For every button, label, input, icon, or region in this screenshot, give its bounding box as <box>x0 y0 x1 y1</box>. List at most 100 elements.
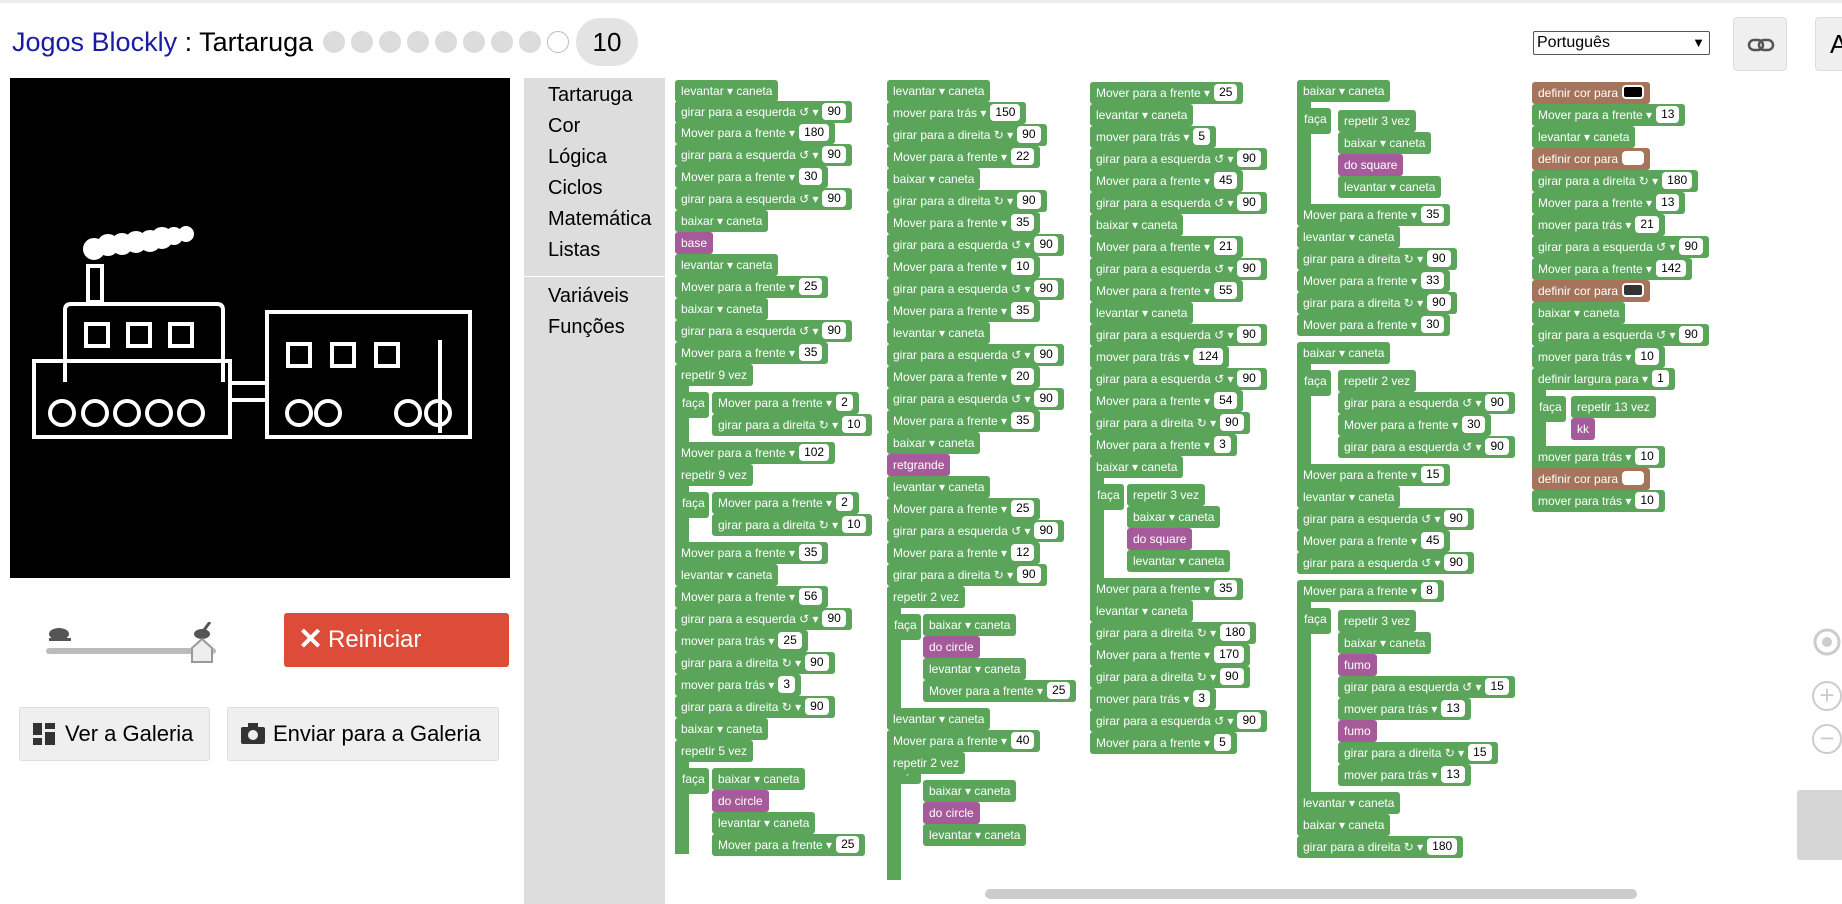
speed-slider[interactable] <box>38 622 218 664</box>
number-input[interactable]: 170 <box>1214 646 1245 663</box>
number-input[interactable]: 25 <box>1011 500 1035 517</box>
number-input[interactable]: 45 <box>1214 172 1238 189</box>
slider-handle[interactable] <box>190 638 214 664</box>
turtle-block[interactable]: girar para a esquerda ↺ ▾ 90 <box>675 320 852 342</box>
number-input[interactable]: 90 <box>1444 510 1468 527</box>
number-input[interactable]: 3 <box>1193 690 1211 707</box>
number-input[interactable]: 20 <box>1011 368 1035 385</box>
number-input[interactable]: 25 <box>778 632 802 649</box>
home-link[interactable]: Jogos Blockly <box>12 27 177 57</box>
level-dot[interactable] <box>407 31 429 53</box>
number-input[interactable]: 25 <box>1047 682 1071 699</box>
number-input[interactable]: 1 <box>1652 370 1669 387</box>
turtle-block[interactable]: repetir 9 vez <box>675 464 754 486</box>
number-input[interactable]: 90 <box>805 654 829 671</box>
number-input[interactable]: 35 <box>1011 302 1035 319</box>
number-input[interactable]: 102 <box>799 444 830 461</box>
turtle-block[interactable]: repetir 9 vez <box>675 364 754 386</box>
recenter-icon[interactable] <box>1812 627 1842 657</box>
number-input[interactable]: 45 <box>1421 532 1445 549</box>
turtle-block[interactable]: girar para a esquerda ↺ ▾ 90 <box>675 144 852 166</box>
color-swatch[interactable] <box>1622 85 1645 99</box>
color-swatch[interactable] <box>1622 151 1645 165</box>
number-input[interactable]: 5 <box>1193 128 1211 145</box>
number-input[interactable]: 55 <box>1214 282 1238 299</box>
turtle-block[interactable]: repetir 2 vez <box>887 586 966 608</box>
turtle-block[interactable]: Mover para a frente ▾ 13 <box>1532 104 1686 126</box>
turtle-block[interactable]: girar para a direita ↻ ▾ 90 <box>887 124 1047 146</box>
number-input[interactable]: 90 <box>822 103 846 120</box>
turtle-block[interactable]: repetir 3 vez <box>1338 610 1417 632</box>
number-input[interactable]: 90 <box>1237 260 1261 277</box>
turtle-block[interactable]: Mover para a frente ▾ 55 <box>1090 280 1244 302</box>
turtle-block[interactable]: baixar ▾ caneta <box>675 718 769 740</box>
turtle-block[interactable]: baixar ▾ caneta <box>1297 814 1391 836</box>
level-dot[interactable] <box>491 31 513 53</box>
turtle-block[interactable]: repetir 2 vez <box>1338 370 1417 392</box>
number-input[interactable]: 180 <box>1662 172 1693 189</box>
number-input[interactable]: 90 <box>1485 438 1509 455</box>
set-color-block[interactable]: definir cor para <box>1532 148 1651 170</box>
procedure-call-block[interactable]: fumo <box>1338 654 1377 676</box>
turtle-block[interactable]: Mover para a frente ▾ 35 <box>887 212 1041 234</box>
turtle-block[interactable]: Mover para a frente ▾ 20 <box>887 366 1041 388</box>
turtle-block[interactable]: Mover para a frente ▾ 170 <box>1090 644 1251 666</box>
number-input[interactable]: 12 <box>1011 544 1035 561</box>
turtle-block[interactable]: girar para a direita ↻ ▾ 10 <box>712 514 872 536</box>
number-input[interactable]: 90 <box>822 190 846 207</box>
turtle-block[interactable]: levantar ▾ caneta <box>887 80 991 102</box>
turtle-block[interactable]: Mover para a frente ▾ 22 <box>887 146 1041 168</box>
turtle-block[interactable]: levantar ▾ caneta <box>1297 486 1401 508</box>
number-input[interactable]: 90 <box>1034 522 1058 539</box>
number-input[interactable]: 10 <box>842 516 866 533</box>
turtle-block[interactable]: girar para a direita ↻ ▾ 180 <box>1532 170 1699 192</box>
number-input[interactable]: 90 <box>1237 712 1261 729</box>
number-input[interactable]: 10 <box>1011 258 1035 275</box>
procedure-call-block[interactable]: do circle <box>923 802 980 824</box>
turtle-block[interactable]: baixar ▾ caneta <box>712 768 806 790</box>
number-input[interactable]: 21 <box>1214 238 1238 255</box>
turtle-block[interactable]: Mover para a frente ▾ 35 <box>887 300 1041 322</box>
level-dot[interactable] <box>435 31 457 53</box>
category-lists[interactable]: Listas <box>548 239 600 262</box>
procedure-call-block[interactable]: fumo <box>1338 720 1377 742</box>
turtle-block[interactable]: girar para a direita ↻ ▾ 90 <box>1090 412 1250 434</box>
gallery-button[interactable]: Ver a Galeria <box>19 707 210 761</box>
turtle-block[interactable]: levantar ▾ caneta <box>923 658 1027 680</box>
turtle-block[interactable]: levantar ▾ caneta <box>1532 126 1636 148</box>
turtle-block[interactable]: baixar ▾ caneta <box>675 298 769 320</box>
turtle-block[interactable]: mover para trás ▾ 10 <box>1532 446 1665 468</box>
turtle-block[interactable]: mover para trás ▾ 10 <box>1532 490 1665 512</box>
number-input[interactable]: 90 <box>1485 394 1509 411</box>
turtle-block[interactable]: girar para a direita ↻ ▾ 90 <box>887 564 1047 586</box>
turtle-block[interactable]: levantar ▾ caneta <box>1297 226 1401 248</box>
turtle-block[interactable]: Mover para a frente ▾ 33 <box>1297 270 1451 292</box>
number-input[interactable]: 90 <box>1679 238 1703 255</box>
turtle-block[interactable]: levantar ▾ caneta <box>1127 550 1231 572</box>
turtle-block[interactable]: Mover para a frente ▾ 142 <box>1532 258 1693 280</box>
turtle-block[interactable]: Mover para a frente ▾ 30 <box>1297 314 1451 336</box>
link-button[interactable] <box>1733 17 1787 71</box>
set-color-block[interactable]: definir cor para <box>1532 468 1651 490</box>
turtle-block[interactable]: Mover para a frente ▾ 35 <box>1297 204 1451 226</box>
turtle-block[interactable]: Mover para a frente ▾ 25 <box>887 498 1041 520</box>
number-input[interactable]: 10 <box>842 416 866 433</box>
turtle-block[interactable]: Mover para a frente ▾ 25 <box>1090 82 1244 104</box>
turtle-block[interactable]: levantar ▾ caneta <box>675 564 779 586</box>
turtle-block[interactable]: Mover para a frente ▾ 54 <box>1090 390 1244 412</box>
number-input[interactable]: 15 <box>1468 744 1492 761</box>
number-input[interactable]: 15 <box>1485 678 1509 695</box>
turtle-block[interactable]: Mover para a frente ▾ 15 <box>1297 464 1451 486</box>
turtle-block[interactable]: girar para a direita ↻ ▾ 90 <box>887 190 1047 212</box>
turtle-block[interactable]: definir largura para ▾ 1 <box>1532 368 1675 390</box>
turtle-block[interactable]: levantar ▾ caneta <box>1338 176 1442 198</box>
number-input[interactable]: 25 <box>799 278 823 295</box>
turtle-block[interactable]: repetir 2 vez <box>887 752 966 774</box>
number-input[interactable]: 15 <box>1421 466 1445 483</box>
turtle-block[interactable]: Mover para a frente ▾ 30 <box>1338 414 1492 436</box>
number-input[interactable]: 35 <box>1214 580 1238 597</box>
a-button[interactable]: A <box>1815 17 1842 71</box>
turtle-block[interactable]: girar para a esquerda ↺ ▾ 90 <box>1338 392 1515 414</box>
number-input[interactable]: 3 <box>778 676 796 693</box>
turtle-block[interactable]: levantar ▾ caneta <box>675 80 779 102</box>
